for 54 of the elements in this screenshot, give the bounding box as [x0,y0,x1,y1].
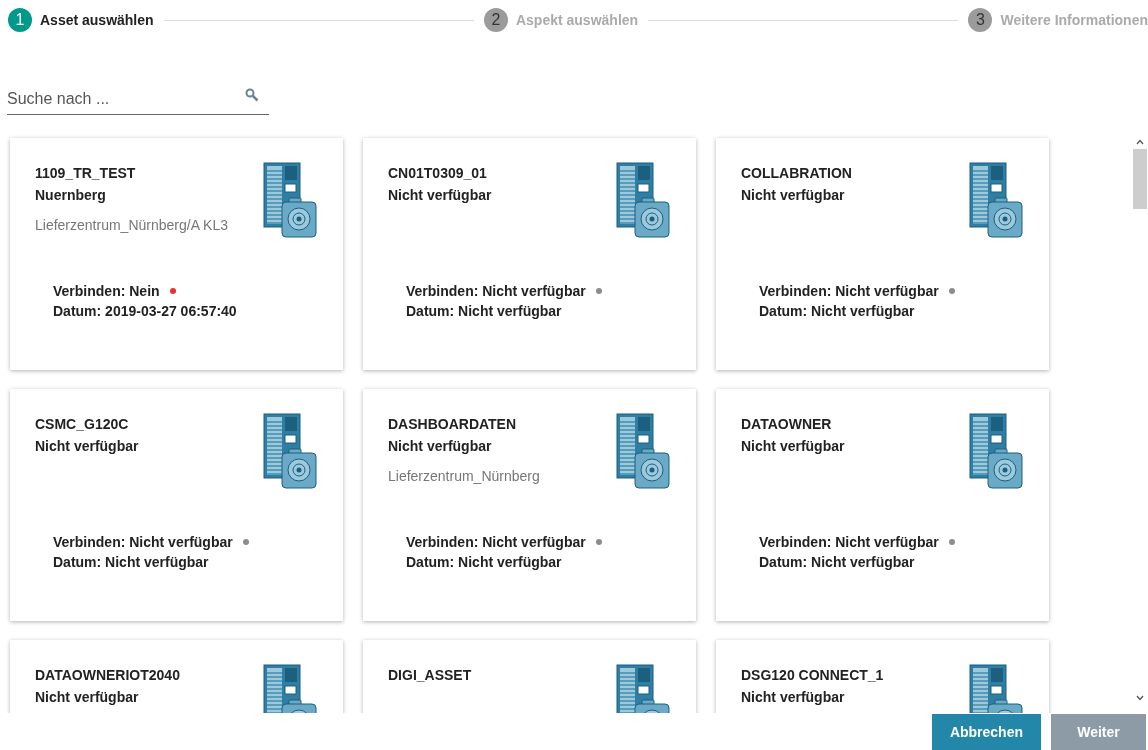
asset-card[interactable]: COLLABRATION Nicht verfügbar Verbinden: Nicht verfügbar Datum: Nicht verfügbar [716,138,1049,370]
asset-date: Datum: Nicht verfügbar [759,553,916,572]
connection-status: Verbinden: Nicht verfügbar [759,533,939,552]
step-number: 1 [8,8,32,32]
asset-name: DATAOWNER [741,415,833,434]
asset-card[interactable]: DIGI_ASSET [363,640,696,713]
asset-location: Nicht verfügbar [388,437,493,456]
asset-location: Nicht verfügbar [741,688,846,707]
asset-location: Nicht verfügbar [35,688,140,707]
connection-status: Verbinden: Nicht verfügbar [53,533,233,552]
asset-card[interactable]: DATAOWNERIOT2040 Nicht verfügbar [10,640,343,713]
asset-name: 1109_TR_TEST [35,164,137,183]
asset-date: Datum: Nicht verfügbar [406,553,563,572]
asset-card[interactable]: DASHBOARDATEN Nicht verfügbar Lieferzentrum_Nürnberg Verbinden: Nicht verfügbar Datum: Nicht verfügbar [363,389,696,621]
drive-motor-icon [616,162,670,238]
cancel-button[interactable]: Abbrechen [931,714,1041,750]
connection-status: Verbinden: Nicht verfügbar [759,282,939,301]
asset-name: CN01T0309_01 [388,164,488,183]
search-field[interactable]: Suche nach ... [7,84,269,115]
asset-card[interactable]: CSMC_G120C Nicht verfügbar Verbinden: Nicht verfügbar Datum: Nicht verfügbar [10,389,343,621]
asset-name: DASHBOARDATEN [388,415,518,434]
drive-motor-icon [969,413,1023,489]
connection-status: Verbinden: Nicht verfügbar [406,533,586,552]
asset-name: CSMC_G120C [35,415,130,434]
asset-date: Datum: 2019-03-27 06:57:40 [53,302,238,321]
asset-name: DIGI_ASSET [388,666,473,685]
asset-date: Datum: Nicht verfügbar [53,553,210,572]
scrollbar-thumb[interactable] [1133,149,1147,209]
asset-site: Lieferzentrum_Nürnberg/A KL3 [35,216,229,235]
asset-card[interactable]: CN01T0309_01 Nicht verfügbar Verbinden: Nicht verfügbar Datum: Nicht verfügbar [363,138,696,370]
asset-card[interactable]: 1109_TR_TEST Nuernberg Lieferzentrum_Nürnberg/A KL3 Verbinden: Nein Datum: 2019-03-27 06:57:40 [10,138,343,370]
asset-name: COLLABRATION [741,164,853,183]
connection-status: Verbinden: Nein [53,282,160,301]
asset-location: Nicht verfügbar [388,186,493,205]
asset-location: Nuernberg [35,186,107,205]
asset-name: DATAOWNERIOT2040 [35,666,181,685]
asset-card[interactable]: DATAOWNER Nicht verfügbar Verbinden: Nicht verfügbar Datum: Nicht verfügbar [716,389,1049,621]
search-icon[interactable] [245,88,259,102]
step-label[interactable]: Asset auswählen [40,12,154,28]
asset-location: Nicht verfügbar [35,437,140,456]
asset-location: Nicht verfügbar [741,437,846,456]
drive-motor-icon [616,413,670,489]
step-number: 2 [483,8,508,32]
asset-date: Datum: Nicht verfügbar [406,302,563,321]
asset-location: Nicht verfügbar [741,186,846,205]
asset-site: Lieferzentrum_Nürnberg [388,467,541,486]
asset-card[interactable]: DSG120 CONNECT_1 Nicht verfügbar [716,640,1049,713]
drive-motor-icon [263,413,317,489]
asset-date: Datum: Nicht verfügbar [759,302,916,321]
drive-motor-icon [969,162,1023,238]
drive-motor-icon [263,162,317,238]
connection-status: Verbinden: Nicht verfügbar [406,282,586,301]
step-number: 3 [968,8,993,32]
asset-name: DSG120 CONNECT_1 [741,666,885,685]
